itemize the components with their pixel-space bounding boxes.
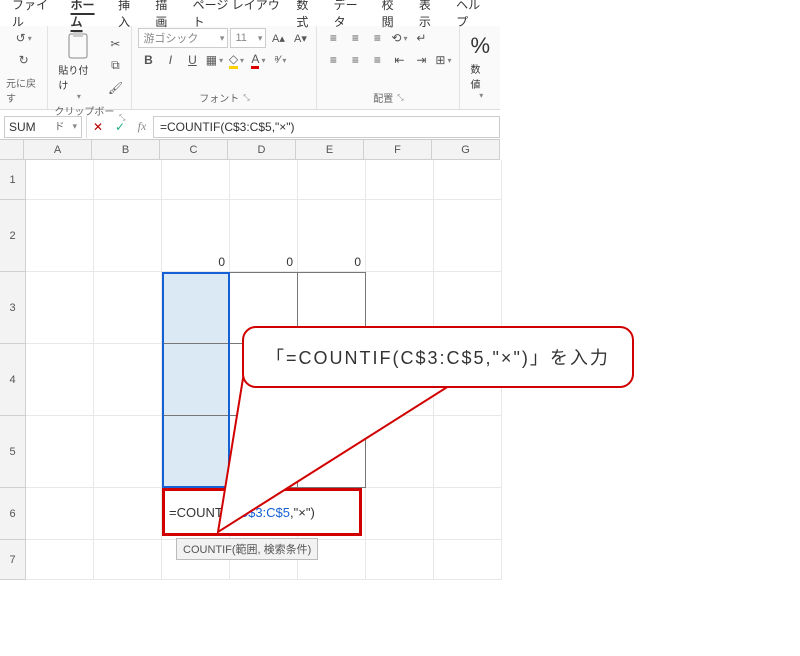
chevron-down-icon: ▾ (479, 91, 483, 100)
paste-label: 貼り付け (58, 62, 97, 92)
menu-bar: ファイル ホーム 挿入 描画 ページ レイアウト 数式 データ 校閲 表示 ヘル… (0, 0, 500, 26)
name-box[interactable]: SUM (4, 116, 82, 138)
formula-bar: SUM ✕ ✓ fx =COUNTIF(C$3:C$5,"×") (0, 114, 500, 140)
align-center-button[interactable]: ≡ (345, 50, 365, 70)
chevron-down-icon: ▾ (77, 92, 81, 101)
clipboard-icon (65, 30, 91, 60)
percent-icon: % (470, 33, 490, 59)
dialog-launcher-icon[interactable]: ⤡ (397, 93, 403, 103)
italic-button[interactable]: I (160, 50, 180, 70)
cut-button[interactable]: ✂ (105, 34, 125, 54)
align-left-button[interactable]: ≡ (323, 50, 343, 70)
wrap-text-button[interactable]: ↵ (411, 28, 431, 48)
dialog-launcher-icon[interactable]: ⤡ (243, 93, 249, 103)
group-undo: ↺▾ ↻ 元に戻す (0, 26, 48, 109)
worksheet-grid: ABCDEFG 1234567 000 =COUNTIF(C$3:C$5,"×"… (0, 140, 500, 160)
merge-button[interactable]: ⊞▾ (433, 50, 453, 70)
increase-indent-button[interactable]: ⇥ (411, 50, 431, 70)
formula-input[interactable]: =COUNTIF(C$3:C$5,"×") (153, 116, 500, 138)
underline-button[interactable]: U (182, 50, 202, 70)
undo-button[interactable]: ↺▾ (14, 28, 34, 48)
font-size-select[interactable]: 11 (230, 28, 266, 48)
group-font: 游ゴシック 11 A▴ A▾ B I U ▦▾ ◇▾ A▾ ᵃ⁄▾ フォント ⤡ (132, 26, 317, 109)
group-font-label: フォント (199, 90, 239, 105)
callout-text: 「=COUNTIF(C$3:C$5,"×")」を入力 (242, 326, 634, 388)
font-name-select[interactable]: 游ゴシック (138, 28, 228, 48)
number-label: 数値 (470, 61, 490, 91)
orientation-button[interactable]: ⟲▾ (389, 28, 409, 48)
copy-button[interactable]: ⧉ (105, 56, 125, 76)
decrease-font-button[interactable]: A▾ (290, 28, 310, 48)
enter-formula-button[interactable]: ✓ (109, 120, 131, 134)
redo-button[interactable]: ↻ (14, 50, 34, 70)
align-right-button[interactable]: ≡ (367, 50, 387, 70)
font-color-button[interactable]: A▾ (248, 50, 268, 70)
group-align: ≡ ≡ ≡ ⟲▾ ↵ ≡ ≡ ≡ ⇤ ⇥ ⊞▾ 配置 ⤡ (317, 26, 460, 109)
bold-button[interactable]: B (138, 50, 158, 70)
group-clipboard: 貼り付け ▾ ✂ ⧉ 🖌 クリップボード⤡ (48, 26, 132, 109)
fill-color-button[interactable]: ◇▾ (226, 50, 246, 70)
cancel-formula-button[interactable]: ✕ (87, 120, 109, 134)
paste-button[interactable]: 貼り付け ▾ (54, 28, 101, 103)
align-middle-button[interactable]: ≡ (345, 28, 365, 48)
increase-font-button[interactable]: A▴ (268, 28, 288, 48)
phonetic-button[interactable]: ᵃ⁄▾ (270, 50, 290, 70)
group-align-label: 配置 (373, 90, 393, 105)
group-number: % 数値 ▾ (460, 26, 500, 109)
borders-button[interactable]: ▦▾ (204, 50, 224, 70)
percent-style-button[interactable]: % 数値 ▾ (466, 31, 494, 102)
align-top-button[interactable]: ≡ (323, 28, 343, 48)
callout-pointer-icon (0, 140, 800, 640)
align-bottom-button[interactable]: ≡ (367, 28, 387, 48)
ribbon: ↺▾ ↻ 元に戻す 貼り付け ▾ ✂ ⧉ 🖌 クリップボード⤡ 游ゴシック 11 (0, 26, 500, 110)
decrease-indent-button[interactable]: ⇤ (389, 50, 409, 70)
insert-function-button[interactable]: fx (131, 119, 153, 134)
group-undo-label: 元に戻す (6, 75, 41, 107)
format-painter-button[interactable]: 🖌 (105, 78, 125, 98)
